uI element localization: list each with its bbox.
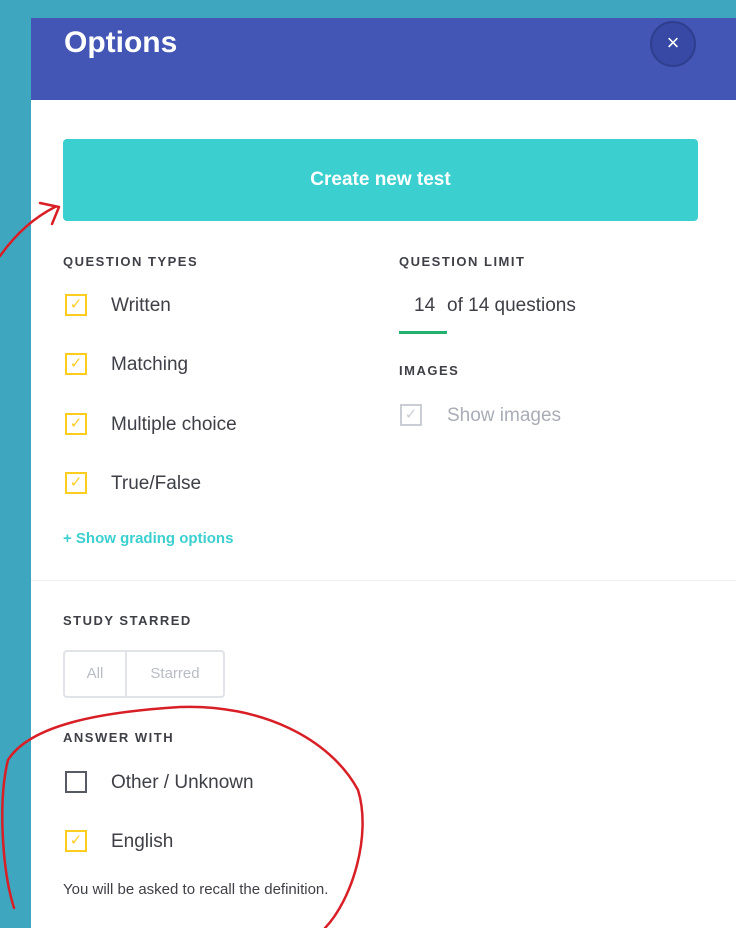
images-label: IMAGES [399,363,460,378]
true-false-checkbox[interactable]: ✓ [65,472,87,494]
study-starred-label: STUDY STARRED [63,613,192,628]
english-checkbox[interactable]: ✓ [65,830,87,852]
create-new-test-button[interactable]: Create new test [63,139,698,221]
matching-label: Matching [111,354,189,375]
show-grading-options-link[interactable]: + Show grading options [63,530,233,547]
written-checkbox[interactable]: ✓ [65,294,87,316]
show-images-label: Show images [447,405,562,426]
show-images-checkbox[interactable]: ✓ [400,404,422,426]
study-all-button[interactable]: All [63,650,127,698]
answer-with-label: ANSWER WITH [63,730,175,745]
question-limit-input[interactable]: 14 [414,295,435,317]
question-limit-label: QUESTION LIMIT [399,254,526,269]
section-divider [31,580,736,581]
question-limit-underline [399,331,447,334]
study-starred-button[interactable]: Starred [125,650,225,698]
answer-hint-text: You will be asked to recall the definiti… [63,881,329,898]
question-limit-suffix: of 14 questions [447,295,576,316]
close-icon: × [666,30,680,55]
other-unknown-label: Other / Unknown [111,772,254,793]
question-types-label: QUESTION TYPES [63,254,199,269]
multiple-choice-label: Multiple choice [111,414,237,435]
other-unknown-checkbox[interactable] [65,771,87,793]
close-button[interactable]: × [650,21,696,67]
background-strip [0,0,736,20]
english-label: English [111,831,174,852]
modal-header: Options × [31,18,736,100]
modal-title: Options [64,26,178,59]
multiple-choice-checkbox[interactable]: ✓ [65,413,87,435]
options-modal: Options × Create new test QUESTION TYPES… [31,18,736,928]
written-label: Written [111,295,171,316]
matching-checkbox[interactable]: ✓ [65,353,87,375]
true-false-label: True/False [111,473,202,494]
